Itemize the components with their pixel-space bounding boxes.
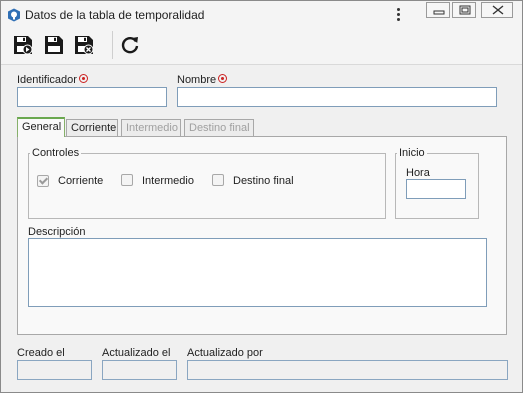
tab-corriente[interactable]: Corriente xyxy=(66,119,118,136)
minimize-icon xyxy=(433,10,445,15)
required-icon xyxy=(218,74,228,83)
app-logo-icon xyxy=(7,8,21,22)
actualizado-por-label: Actualizado por xyxy=(187,347,263,359)
nombre-label: Nombre xyxy=(177,74,228,86)
actualizado-input xyxy=(102,360,177,380)
close-button[interactable] xyxy=(481,2,513,18)
kebab-icon[interactable] xyxy=(391,7,405,23)
descripcion-textarea[interactable] xyxy=(28,238,487,307)
identificador-input[interactable] xyxy=(17,87,167,107)
save-button[interactable] xyxy=(43,34,65,56)
save-and-close-icon xyxy=(75,36,94,55)
controles-legend: Controles xyxy=(32,147,80,159)
hora-input[interactable] xyxy=(406,179,466,199)
save-and-new-button[interactable] xyxy=(12,34,34,56)
inicio-legend: Inicio xyxy=(399,147,425,159)
tab-panel-general: Controles Corriente Intermedio Destino f… xyxy=(17,136,507,335)
intermedio-checkbox[interactable] xyxy=(121,174,133,186)
required-icon xyxy=(78,74,88,83)
form-body: Identificador Nombre General Corriente I… xyxy=(1,65,522,392)
destino-final-checkbox[interactable] xyxy=(212,174,224,186)
creado-input xyxy=(17,360,92,380)
destino-final-checkbox-label: Destino final xyxy=(233,175,294,187)
refresh-icon xyxy=(121,37,139,54)
corriente-checkbox-label: Corriente xyxy=(58,175,104,187)
actualizado-label: Actualizado el xyxy=(102,347,171,359)
refresh-button[interactable] xyxy=(119,34,141,56)
toolbar xyxy=(1,28,522,65)
minimize-button[interactable] xyxy=(426,2,450,18)
identificador-label: Identificador xyxy=(17,74,88,86)
maximize-button[interactable] xyxy=(452,2,476,18)
descripcion-label: Descripción xyxy=(28,226,86,238)
corriente-checkbox xyxy=(37,175,49,187)
intermedio-checkbox-label: Intermedio xyxy=(142,175,194,187)
dialog-window: Datos de la tabla de temporalidad Identi… xyxy=(0,0,523,393)
close-icon xyxy=(492,5,504,15)
save-icon xyxy=(45,36,63,54)
tab-destino-final: Destino final xyxy=(184,119,254,136)
hora-label: Hora xyxy=(406,167,430,179)
maximize-icon xyxy=(459,5,471,15)
save-and-close-button[interactable] xyxy=(73,34,95,56)
window-title: Datos de la tabla de temporalidad xyxy=(25,8,205,22)
tab-intermedio: Intermedio xyxy=(121,119,181,136)
save-and-new-icon xyxy=(14,36,33,55)
tab-general[interactable]: General xyxy=(17,117,65,137)
creado-label: Creado el xyxy=(17,347,65,359)
title-bar: Datos de la tabla de temporalidad xyxy=(1,1,522,28)
nombre-input[interactable] xyxy=(177,87,497,107)
actualizado-por-input xyxy=(187,360,508,380)
toolbar-separator xyxy=(112,31,113,59)
